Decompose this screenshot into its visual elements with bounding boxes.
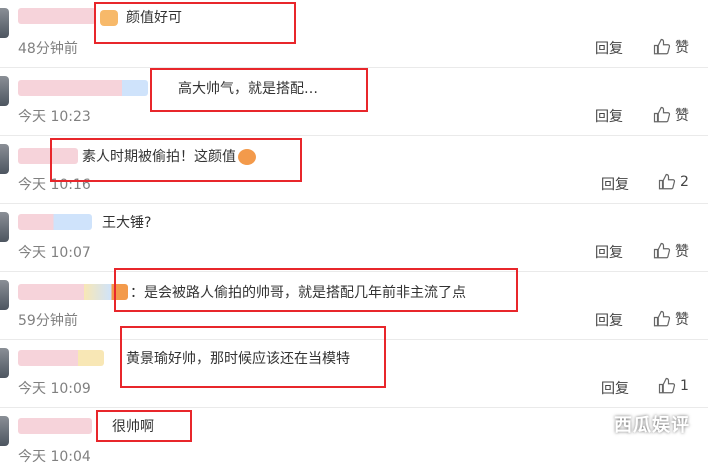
thumbs-up-icon — [658, 173, 676, 190]
avatar[interactable] — [0, 212, 9, 242]
like-label: 赞 — [675, 244, 689, 260]
avatar[interactable] — [0, 144, 9, 174]
comment-time: 今天 10:07 — [18, 245, 91, 261]
highlight-box — [114, 268, 518, 312]
like-label: 赞 — [675, 40, 689, 56]
reply-button[interactable]: 回复 — [595, 310, 623, 330]
username-blurred[interactable] — [18, 8, 96, 24]
like-button[interactable]: 1 — [658, 377, 689, 395]
reply-button[interactable]: 回复 — [601, 174, 629, 194]
like-button[interactable]: 2 — [658, 173, 689, 191]
username-blurred[interactable] — [18, 214, 92, 230]
comment-text: 王大锤? — [102, 215, 152, 231]
like-button[interactable]: 赞 — [653, 105, 689, 125]
avatar[interactable] — [0, 76, 9, 106]
reply-button[interactable]: 回复 — [601, 378, 629, 398]
highlight-box — [96, 410, 192, 442]
avatar[interactable] — [0, 280, 9, 310]
highlight-box — [120, 326, 386, 388]
like-label: 赞 — [675, 108, 689, 124]
avatar[interactable] — [0, 416, 9, 446]
like-button[interactable]: 赞 — [653, 37, 689, 57]
like-label: 赞 — [675, 312, 689, 328]
thumbs-up-icon — [653, 310, 671, 327]
comment-row: 王大锤? 今天 10:07 回复 赞 — [0, 204, 708, 272]
username-blurred[interactable] — [18, 80, 148, 96]
watermark: 西瓜娱评 — [614, 415, 690, 436]
like-button[interactable]: 赞 — [653, 309, 689, 329]
username-blurred[interactable] — [18, 418, 92, 434]
reply-button[interactable]: 回复 — [595, 106, 623, 126]
comment-time: 今天 10:23 — [18, 109, 91, 125]
comment-time: 今天 10:04 — [18, 449, 91, 465]
like-count: 1 — [680, 378, 689, 394]
comment-time: 48分钟前 — [18, 41, 78, 57]
comment-time: 59分钟前 — [18, 313, 78, 329]
comment-time: 今天 10:09 — [18, 381, 91, 397]
like-count: 2 — [680, 174, 689, 190]
highlight-box — [150, 68, 368, 112]
username-blurred[interactable] — [18, 350, 104, 366]
username-blurred[interactable] — [18, 284, 128, 300]
reply-button[interactable]: 回复 — [595, 242, 623, 262]
thumbs-up-icon — [658, 377, 676, 394]
avatar[interactable] — [0, 8, 9, 38]
like-button[interactable]: 赞 — [653, 241, 689, 261]
thumbs-up-icon — [653, 38, 671, 55]
thumbs-up-icon — [653, 106, 671, 123]
highlight-box — [94, 2, 296, 44]
reply-button[interactable]: 回复 — [595, 38, 623, 58]
avatar[interactable] — [0, 348, 9, 378]
thumbs-up-icon — [653, 242, 671, 259]
highlight-box — [50, 138, 302, 182]
